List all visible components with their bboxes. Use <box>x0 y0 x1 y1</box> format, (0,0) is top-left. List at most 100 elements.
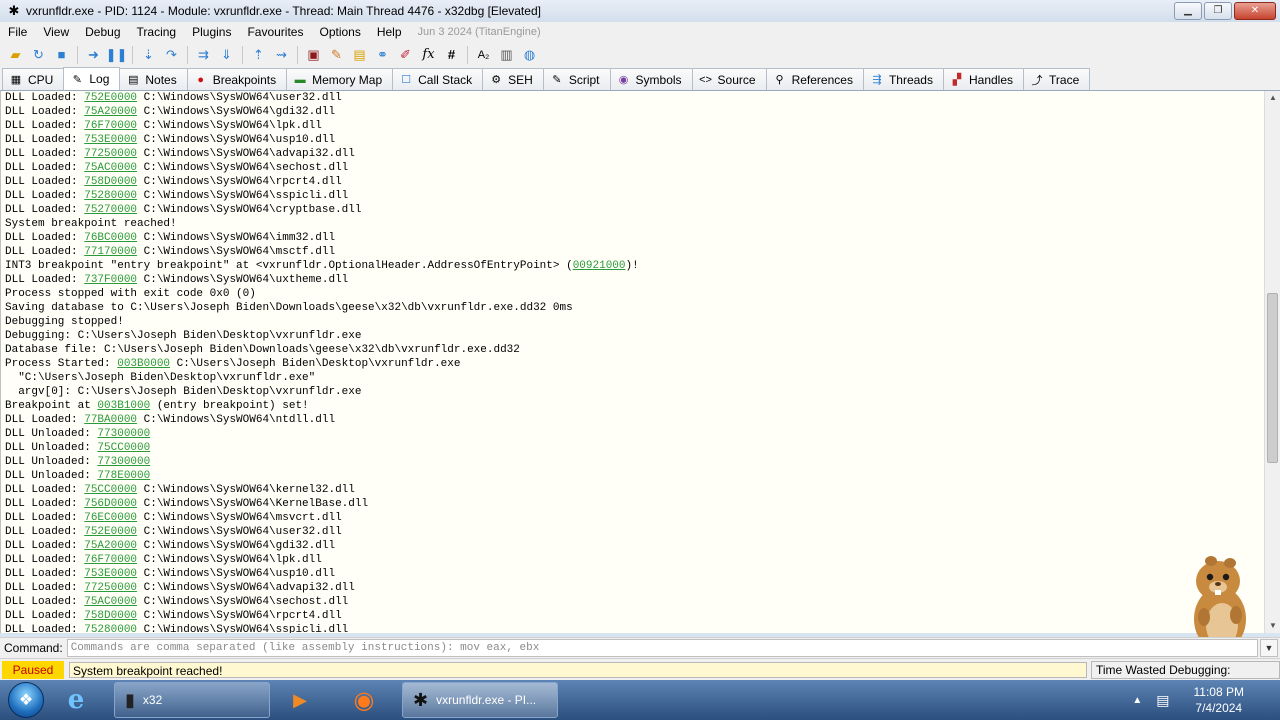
menu-options[interactable]: Options <box>311 22 368 42</box>
scrollbar-thumb[interactable] <box>1267 293 1278 463</box>
address-link[interactable]: 75280000 <box>84 624 137 633</box>
address-link[interactable]: 75AC0000 <box>84 162 137 174</box>
address-link[interactable]: 778E0000 <box>97 470 150 482</box>
menu-file[interactable]: File <box>0 22 35 42</box>
address-link[interactable]: 758D0000 <box>84 176 137 188</box>
stop-icon[interactable]: ■ <box>52 45 72 65</box>
log-text: C:\Windows\SysWOW64\sechost.dll <box>137 162 349 174</box>
chevron-down-icon[interactable]: ▼ <box>1260 639 1278 657</box>
tab-breakpoints[interactable]: ● Breakpoints <box>186 68 288 90</box>
globe-icon[interactable]: ◍ <box>520 45 540 65</box>
close-button[interactable]: ✕ <box>1234 2 1276 20</box>
tab-call-stack[interactable]: ☐ Call Stack <box>392 68 484 90</box>
comment-icon[interactable]: ▤ <box>350 45 370 65</box>
restart-icon[interactable]: ↻ <box>29 45 49 65</box>
tab-handles[interactable]: ▞ Handles <box>942 68 1025 90</box>
address-link[interactable]: 76F70000 <box>84 554 137 566</box>
tab-notes[interactable]: ▤ Notes <box>119 68 188 90</box>
address-link[interactable]: 00921000 <box>573 260 626 272</box>
address-link[interactable]: 75270000 <box>84 204 137 216</box>
menu-plugins[interactable]: Plugins <box>184 22 239 42</box>
hash-icon[interactable]: # <box>442 45 462 65</box>
clock[interactable]: 11:08 PM 7/4/2024 <box>1194 684 1244 716</box>
start-button[interactable]: ❖ <box>6 680 46 720</box>
address-link[interactable]: 77170000 <box>84 246 137 258</box>
step-over-icon[interactable]: ↷ <box>162 45 182 65</box>
scroll-down-icon[interactable]: ▼ <box>1265 619 1280 633</box>
label-icon[interactable]: ✐ <box>396 45 416 65</box>
trace-into-icon[interactable]: ⇉ <box>194 45 214 65</box>
calculator-icon[interactable]: ▥ <box>497 45 517 65</box>
address-link[interactable]: 75AC0000 <box>84 596 137 608</box>
pause-icon[interactable]: ❚❚ <box>106 45 128 65</box>
address-link[interactable]: 77BA0000 <box>84 414 137 426</box>
font-size-icon[interactable]: A₂ <box>474 45 494 65</box>
tab-memory-map[interactable]: ▬ Memory Map <box>286 68 394 90</box>
tab-log[interactable]: ✎ Log <box>63 67 121 90</box>
address-link[interactable]: 003B0000 <box>117 358 170 370</box>
address-link[interactable]: 77250000 <box>84 582 137 594</box>
taskbar-internet-explorer[interactable]: e <box>50 682 110 718</box>
address-link[interactable]: 75A20000 <box>84 540 137 552</box>
trace-over-icon[interactable]: ⇓ <box>217 45 237 65</box>
tab-threads[interactable]: ⇶ Threads <box>862 68 944 90</box>
tab-cpu[interactable]: ▦ CPU <box>2 68 65 90</box>
tab-script[interactable]: ✎ Script <box>542 68 611 90</box>
log-line: System breakpoint reached! <box>1 217 1265 231</box>
open-folder-icon[interactable]: ▰ <box>6 45 26 65</box>
address-link[interactable]: 753E0000 <box>84 568 137 580</box>
taskbar-media-player[interactable]: ▶ <box>274 682 334 718</box>
tab-source[interactable]: <> Source <box>691 68 767 90</box>
execute-till-return-icon[interactable]: ⇡ <box>249 45 269 65</box>
seh-icon: ⚙ <box>491 74 502 86</box>
show-hidden-icons-icon[interactable]: ▲ <box>1132 695 1142 706</box>
tab-seh[interactable]: ⚙ SEH <box>482 68 544 90</box>
address-link[interactable]: 77300000 <box>97 456 150 468</box>
network-icon[interactable]: ▤ <box>1156 692 1169 709</box>
maximize-button[interactable]: ❐ <box>1204 2 1232 20</box>
address-link[interactable]: 75CC0000 <box>97 442 150 454</box>
taskbar-x32dbg[interactable]: ✱ vxrunfldr.exe - PI... <box>402 682 558 718</box>
log-text: DLL Loaded: <box>5 624 85 633</box>
menu-tracing[interactable]: Tracing <box>129 22 185 42</box>
address-link[interactable]: 737F0000 <box>84 274 137 286</box>
address-link[interactable]: 756D0000 <box>84 498 137 510</box>
address-link[interactable]: 76EC0000 <box>84 512 137 524</box>
menu-favourites[interactable]: Favourites <box>239 22 311 42</box>
address-link[interactable]: 76F70000 <box>84 120 137 132</box>
address-link[interactable]: 752E0000 <box>84 526 137 538</box>
log-view[interactable]: DLL Loaded: 752E0000 C:\Windows\SysWOW64… <box>0 91 1265 633</box>
menu-help[interactable]: Help <box>369 22 410 42</box>
patch-icon[interactable]: ✎ <box>327 45 347 65</box>
address-link[interactable]: 75280000 <box>84 190 137 202</box>
address-link[interactable]: 003B1000 <box>97 400 150 412</box>
tab-trace[interactable]: ⤴ Trace <box>1023 68 1091 90</box>
minimize-button[interactable]: ▁ <box>1174 2 1202 20</box>
address-link[interactable]: 752E0000 <box>84 92 137 104</box>
function-icon[interactable]: fx <box>419 45 439 65</box>
taskbar-firefox[interactable]: ◉ <box>338 682 398 718</box>
log-line: DLL Loaded: 77BA0000 C:\Windows\SysWOW64… <box>1 413 1265 427</box>
address-link[interactable]: 77250000 <box>84 148 137 160</box>
run-to-user-code-icon[interactable]: ⇝ <box>272 45 292 65</box>
run-icon[interactable]: ➜ <box>84 45 104 65</box>
scylla-icon[interactable]: ▣ <box>304 45 324 65</box>
address-link[interactable]: 75CC0000 <box>84 484 137 496</box>
address-link[interactable]: 75A20000 <box>84 106 137 118</box>
taskbar-x32-folder[interactable]: ▮ x32 <box>114 682 270 718</box>
window-title: vxrunfldr.exe - PID: 1124 - Module: vxru… <box>26 4 541 18</box>
address-link[interactable]: 77300000 <box>97 428 150 440</box>
address-link[interactable]: 76BC0000 <box>84 232 137 244</box>
address-link[interactable]: 753E0000 <box>84 134 137 146</box>
tab-symbols[interactable]: ◉ Symbols <box>609 68 693 90</box>
menu-debug[interactable]: Debug <box>77 22 128 42</box>
address-link[interactable]: 758D0000 <box>84 610 137 622</box>
link-icon[interactable]: ⚭ <box>373 45 393 65</box>
command-input[interactable] <box>66 639 1258 657</box>
log-vertical-scrollbar[interactable]: ▲ ▼ <box>1264 91 1280 633</box>
menu-bar: File View Debug Tracing Plugins Favourit… <box>0 22 1280 43</box>
step-into-icon[interactable]: ⇣ <box>139 45 159 65</box>
menu-view[interactable]: View <box>35 22 77 42</box>
scroll-up-icon[interactable]: ▲ <box>1265 91 1280 105</box>
tab-references[interactable]: ⚲ References <box>765 68 864 90</box>
